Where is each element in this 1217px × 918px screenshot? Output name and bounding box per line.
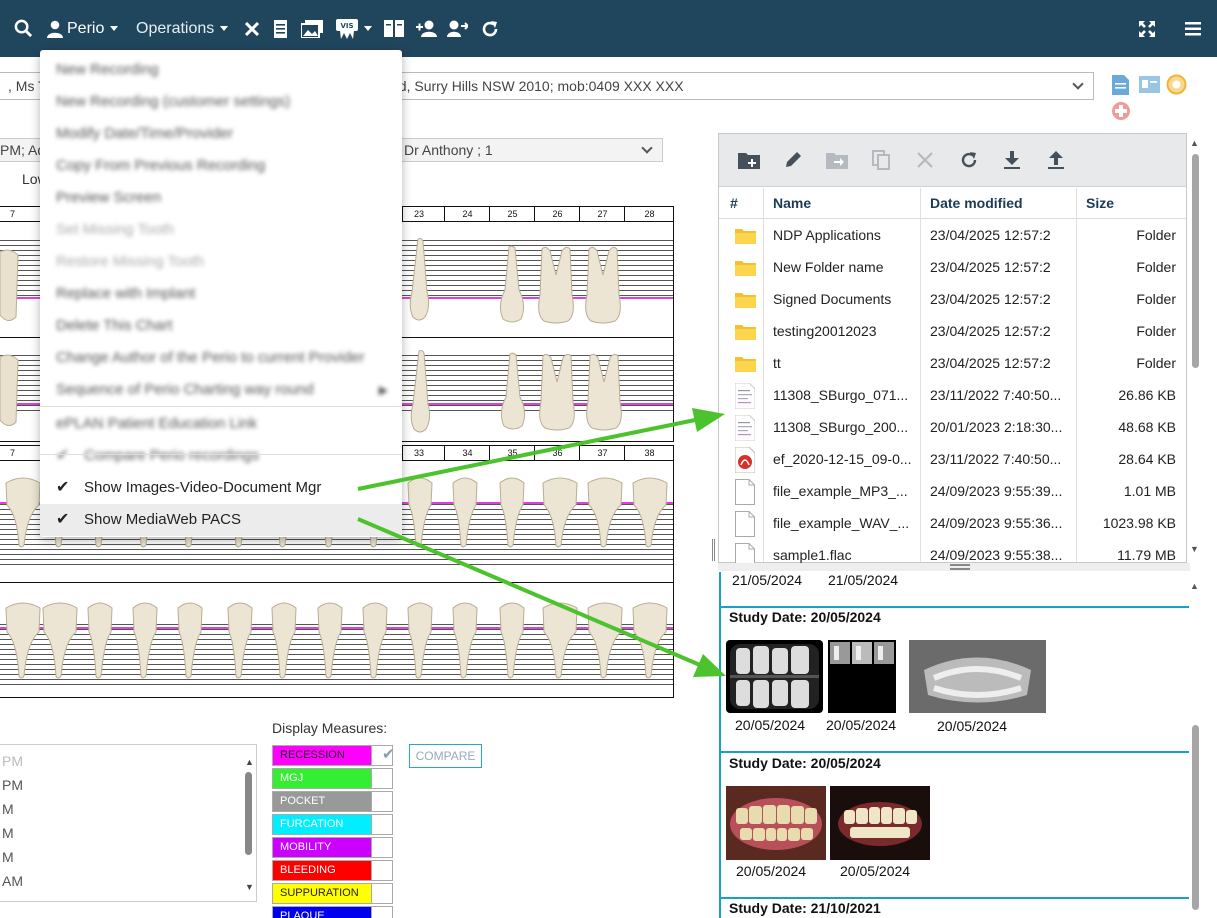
annotation-arrows xyxy=(357,408,726,677)
